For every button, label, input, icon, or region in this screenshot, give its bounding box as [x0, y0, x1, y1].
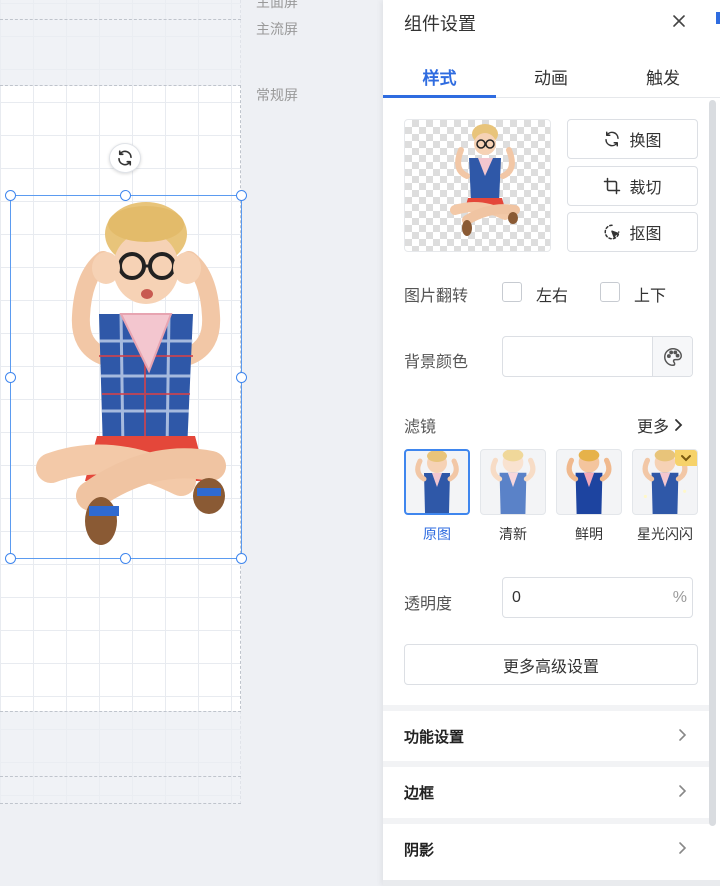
chevron-right-icon: [679, 729, 687, 741]
close-icon: [673, 15, 685, 27]
resize-handle-bottom[interactable]: [120, 553, 131, 564]
screen-band-top: [0, 0, 241, 86]
screen-label-main-stream: 主流屏: [256, 21, 298, 37]
background-color-label: 背景颜色: [404, 354, 469, 371]
image-preview: [404, 119, 551, 252]
crop-label: 裁切: [629, 180, 662, 197]
section-border[interactable]: 边框: [383, 767, 709, 817]
chevron-right-icon: [679, 842, 687, 854]
close-button[interactable]: [666, 8, 692, 34]
resize-handle-left[interactable]: [5, 372, 16, 383]
chevron-down-icon: [681, 455, 691, 462]
resize-handle-bottom-left[interactable]: [5, 553, 16, 564]
crop-icon: [604, 177, 621, 195]
panel-title: 组件设置: [404, 14, 476, 34]
rotate-icon: [118, 150, 132, 166]
opacity-unit: %: [672, 589, 687, 606]
color-picker-button[interactable]: [652, 337, 692, 376]
resize-handle-top-right[interactable]: [236, 190, 247, 201]
panel-tabs: 样式 动画 触发: [383, 50, 720, 98]
panel-header: 组件设置: [383, 0, 720, 42]
component-settings-panel: 组件设置 样式 动画 触发 换图 裁切 抠图 图片翻转 左右 上下 背景颜色 滤…: [383, 0, 720, 886]
background-color-input[interactable]: [502, 336, 693, 377]
resize-handle-bottom-right[interactable]: [236, 553, 247, 564]
screen-label-main-face: 主面屏: [256, 0, 298, 10]
filter-label: 滤镜: [404, 419, 437, 436]
selected-image-component[interactable]: [5, 190, 247, 564]
vip-badge: [675, 450, 697, 466]
flip-label: 图片翻转: [404, 288, 469, 305]
opacity-value: 0: [512, 589, 521, 606]
filter-label-vivid[interactable]: 鲜明: [551, 524, 627, 544]
filter-more-link[interactable]: 更多: [637, 413, 683, 437]
chevron-right-icon: [675, 419, 683, 431]
image-preview-thumbnail: [450, 124, 520, 236]
replace-image-button[interactable]: 换图: [567, 119, 698, 159]
section-title: 边框: [404, 785, 435, 802]
cutout-icon: [604, 224, 620, 240]
cutout-label: 抠图: [629, 226, 662, 243]
tab-edge-marker: [716, 12, 720, 24]
active-tab-indicator: [383, 95, 496, 98]
screen-band-bottom: [0, 711, 241, 804]
rotate-button[interactable]: [109, 143, 141, 173]
section-shadow[interactable]: 阴影: [383, 824, 709, 874]
filter-more-label: 更多: [637, 419, 670, 436]
filter-label-original[interactable]: 原图: [399, 524, 475, 544]
section-function-settings[interactable]: 功能设置: [383, 711, 709, 761]
resize-handle-top[interactable]: [120, 190, 131, 201]
opacity-input[interactable]: 0 %: [502, 577, 693, 618]
filter-thumb-vivid[interactable]: [556, 449, 622, 515]
panel-scrollbar[interactable]: [709, 100, 716, 826]
refresh-icon: [605, 131, 620, 147]
screen-label-regular: 常规屏: [256, 87, 298, 103]
resize-handle-right[interactable]: [236, 372, 247, 383]
filter-preview-fresh: [490, 450, 536, 514]
section-title: 功能设置: [404, 729, 465, 746]
resize-handle-top-left[interactable]: [5, 190, 16, 201]
palette-icon: [663, 347, 682, 366]
tab-style[interactable]: 样式: [383, 64, 496, 89]
tab-animation[interactable]: 动画: [496, 64, 606, 89]
filter-thumb-original[interactable]: [404, 449, 470, 515]
canvas-area[interactable]: 主面屏 主流屏 常规屏: [0, 0, 383, 886]
tab-trigger[interactable]: 触发: [606, 64, 720, 89]
filter-label-fresh[interactable]: 清新: [475, 524, 551, 544]
child-photo: [36, 202, 226, 545]
filter-thumb-starlight[interactable]: [632, 449, 698, 515]
replace-image-label: 换图: [629, 133, 662, 150]
chevron-right-icon: [679, 785, 687, 797]
flip-horizontal-label[interactable]: 左右: [536, 282, 568, 306]
flip-vertical-label[interactable]: 上下: [634, 282, 666, 306]
filter-label-starlight[interactable]: 星光闪闪: [627, 524, 703, 544]
filter-preview-vivid: [566, 450, 612, 514]
advanced-settings-button[interactable]: 更多高级设置: [404, 644, 698, 685]
opacity-label: 透明度: [404, 596, 453, 613]
filter-preview-original: [415, 451, 459, 513]
flip-vertical-checkbox[interactable]: [600, 282, 620, 302]
filter-thumb-fresh[interactable]: [480, 449, 546, 515]
cutout-button[interactable]: 抠图: [567, 212, 698, 252]
section-title: 阴影: [404, 842, 435, 859]
crop-button[interactable]: 裁切: [567, 166, 698, 206]
panel-bottom-edge: [383, 880, 720, 886]
flip-horizontal-checkbox[interactable]: [502, 282, 522, 302]
